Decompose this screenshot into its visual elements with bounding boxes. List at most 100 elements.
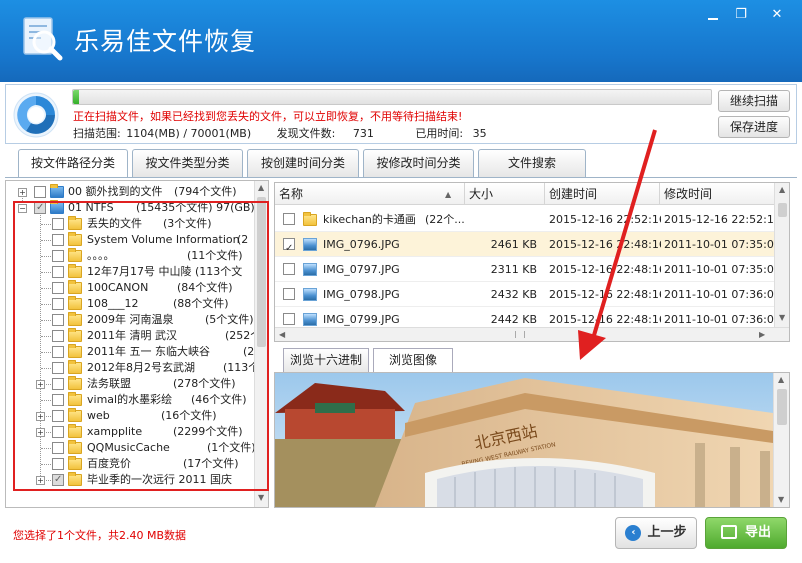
tree-node[interactable]: System Volume Information (2 (6, 232, 256, 248)
tree-node[interactable]: QQMusicCache (1个文件) (6, 440, 256, 456)
folder-icon (68, 312, 82, 326)
tree-node-label: System Volume Information (87, 233, 240, 246)
tree-checkbox[interactable] (52, 346, 64, 358)
tree-checkbox[interactable] (52, 472, 64, 488)
expand-icon[interactable]: + (18, 188, 27, 197)
tab-file-search[interactable]: 文件搜索 (478, 149, 586, 177)
tree-checkbox[interactable] (34, 200, 46, 216)
tree-node[interactable]: 2011年 清明 武汉(252个文件 (6, 328, 268, 344)
folder-icon (68, 376, 82, 390)
scroll-down-icon[interactable]: ▼ (258, 493, 264, 502)
tree-node[interactable]: 。。。。 (11个文件) (6, 248, 256, 264)
tree-node-count: (2299个文件) (173, 425, 243, 438)
collapse-icon[interactable]: − (18, 204, 27, 213)
tree-scrollbar[interactable]: ▲ ▼ (254, 181, 268, 507)
tab-by-modified[interactable]: 按修改时间分类 (363, 149, 474, 177)
tree-checkbox[interactable] (52, 394, 64, 406)
column-modified[interactable]: 修改时间 (660, 183, 775, 205)
tree-checkbox[interactable] (52, 298, 64, 310)
file-row[interactable]: IMG_0797.JPG 2311 KB 2015-12-16 22:48:16 20… (275, 257, 775, 282)
row-checkbox[interactable] (283, 313, 295, 325)
scroll-up-icon[interactable]: ▲ (779, 185, 785, 194)
tree-node[interactable]: 108___12 (88个文件) (6, 296, 256, 312)
expand-icon[interactable]: + (36, 380, 45, 389)
tree-node[interactable]: + xampplite (2299个文件) (6, 424, 256, 440)
tree-checkbox[interactable] (34, 186, 46, 198)
scroll-down-icon[interactable]: ▼ (779, 313, 785, 322)
tree-checkbox[interactable] (52, 250, 64, 262)
previous-step-button[interactable]: ‹ 上一步 (615, 517, 697, 549)
scroll-right-icon[interactable]: ▶ (759, 330, 765, 339)
file-created: 2015-12-16 22:48:16 (549, 263, 661, 276)
save-progress-button[interactable]: 保存进度 (718, 116, 790, 138)
tree-checkbox[interactable] (52, 458, 64, 470)
tree-node[interactable]: 百度竞价 (17个文件) (6, 456, 256, 472)
tree-checkbox[interactable] (52, 378, 64, 390)
file-row[interactable]: IMG_0798.JPG 2432 KB 2015-12-16 22:48:16 20… (275, 282, 775, 307)
tree-node[interactable]: 丢失的文件 (3个文件) (6, 216, 256, 232)
tree-checkbox[interactable] (52, 330, 64, 342)
tree-checkbox[interactable] (52, 266, 64, 278)
tree-node[interactable]: + 法务联盟 (278个文件) (6, 376, 256, 392)
file-row[interactable]: ✓ IMG_0796.JPG 2461 KB 2015-12-16 22:48:16 2… (275, 232, 775, 257)
tree-checkbox[interactable] (52, 442, 64, 454)
tab-image-view[interactable]: 浏览图像 (373, 348, 453, 373)
tree-node[interactable]: 2011年 五一 东临大峡谷 (24 (6, 344, 261, 360)
tree-checkbox[interactable] (52, 314, 64, 326)
scroll-left-icon[interactable]: ◀ (279, 330, 285, 339)
tree-checkbox[interactable] (52, 362, 64, 374)
tab-by-path[interactable]: 按文件路径分类 (18, 149, 128, 178)
tree-scroll-thumb[interactable] (257, 197, 266, 347)
column-name[interactable]: 名称 (275, 183, 465, 205)
scroll-down-icon[interactable]: ▼ (778, 495, 784, 504)
row-checkbox[interactable] (283, 213, 295, 225)
app-logo-icon (23, 17, 63, 61)
list-scroll-thumb[interactable] (778, 203, 787, 217)
folder-icon (68, 408, 82, 422)
column-size[interactable]: 大小 (465, 183, 545, 205)
tree-node[interactable]: 2009年 河南温泉 (5个文件) (6, 312, 256, 328)
tree-node[interactable]: 2012年8月2号玄武湖 (113个文 (6, 360, 268, 376)
expand-icon[interactable]: + (36, 412, 45, 421)
scroll-up-icon[interactable]: ▲ (258, 183, 264, 192)
list-horizontal-scrollbar[interactable]: ◀ ▶ (275, 327, 789, 341)
tree-node[interactable]: + web (16个文件) (6, 408, 256, 424)
row-checkbox[interactable]: ✓ (283, 238, 295, 254)
maximize-button[interactable]: ❐ (728, 6, 754, 24)
tree-checkbox[interactable] (52, 234, 64, 246)
tab-by-type[interactable]: 按文件类型分类 (132, 149, 243, 177)
tab-hex-view[interactable]: 浏览十六进制 (283, 348, 369, 372)
tree-node[interactable]: 100CANON (84个文件) (6, 280, 256, 296)
minimize-button[interactable] (700, 6, 726, 24)
tree-node[interactable]: + 00 额外找到的文件 (794个文件) (6, 184, 256, 200)
column-created[interactable]: 创建时间 (545, 183, 660, 205)
tree-checkbox[interactable] (52, 410, 64, 422)
export-button[interactable]: 导出 (705, 517, 787, 549)
tab-by-created[interactable]: 按创建时间分类 (247, 149, 359, 177)
file-size: 2461 KB (490, 238, 537, 251)
preview-scroll-thumb[interactable] (777, 389, 787, 425)
tree-checkbox[interactable] (52, 218, 64, 230)
expand-icon[interactable]: + (36, 428, 45, 437)
row-checkbox[interactable] (283, 288, 295, 300)
tree-node[interactable]: vimal的水墨彩绘 (46个文件) (6, 392, 256, 408)
folder-icon (68, 456, 82, 470)
continue-scan-button[interactable]: 继续扫描 (718, 90, 790, 112)
file-row[interactable]: kikechan的卡通画 (22个... 2015-12-16 22:52:16 20… (275, 207, 775, 232)
scan-progress-bar (72, 89, 712, 105)
tree-node-count: (2 (237, 233, 249, 246)
tree-checkbox[interactable] (52, 282, 64, 294)
tree-checkbox[interactable] (52, 426, 64, 438)
scroll-up-icon[interactable]: ▲ (778, 375, 784, 384)
close-button[interactable]: ✕ (764, 6, 790, 24)
tree-node-label: 百度竞价 (87, 457, 131, 470)
tree-node[interactable]: + 毕业季的一次远行 2011 国庆 (6, 472, 256, 488)
tree-node[interactable]: − 01 NTFS (15435个文件) 97(GB) (6, 200, 256, 216)
list-header: 名称 ▲ 大小 创建时间 修改时间 (275, 183, 775, 205)
tree-node[interactable]: 12年7月17号 中山陵 (113个文 (6, 264, 256, 280)
row-checkbox[interactable] (283, 263, 295, 275)
list-vertical-scrollbar[interactable]: ▲ ▼ (774, 183, 789, 327)
drive-icon (50, 200, 64, 214)
preview-scrollbar[interactable]: ▲ ▼ (773, 373, 789, 507)
expand-icon[interactable]: + (36, 476, 45, 485)
